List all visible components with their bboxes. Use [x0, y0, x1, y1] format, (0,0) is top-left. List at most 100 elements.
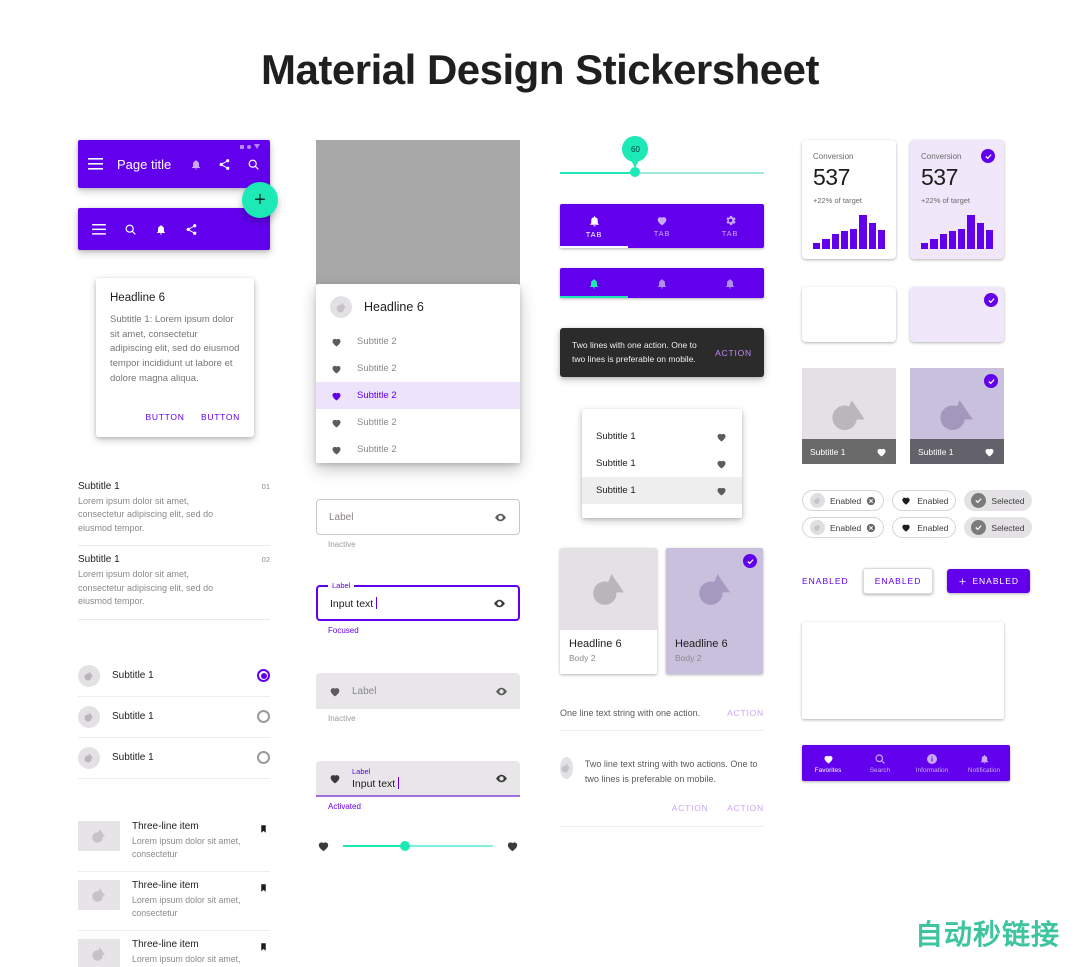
chip-heart[interactable]: Enabled	[892, 490, 957, 511]
bottom-nav-item-information[interactable]: Information	[906, 745, 958, 781]
search-icon[interactable]	[247, 158, 260, 171]
list-item[interactable]: Subtitle 1	[78, 738, 270, 779]
chip-heart[interactable]: Enabled	[892, 517, 957, 538]
image-card[interactable]: Subtitle 1	[802, 368, 896, 464]
share-icon[interactable]	[218, 158, 231, 171]
tab-bar-icon-only[interactable]	[560, 268, 764, 298]
contained-button[interactable]: ENABLED	[947, 569, 1031, 593]
tab-bar-labeled[interactable]: TAB TAB TAB	[560, 204, 764, 248]
bottom-nav-item-notification[interactable]: Notification	[958, 745, 1010, 781]
snackbar[interactable]: Two lines with one action. One to two li…	[560, 328, 764, 378]
notifications-icon[interactable]	[190, 158, 202, 171]
tab-3[interactable]: TAB	[696, 204, 764, 248]
heart-icon[interactable]	[316, 839, 331, 853]
snackbar-action[interactable]: ACTION	[715, 348, 752, 358]
card-button-1[interactable]: BUTTON	[146, 412, 185, 422]
heart-icon[interactable]	[715, 431, 728, 443]
cancel-icon[interactable]	[866, 523, 876, 533]
outlined-button[interactable]: ENABLED	[862, 568, 934, 594]
tab-2[interactable]: TAB	[628, 204, 696, 248]
list-card[interactable]: Subtitle 1 Subtitle 1 Subtitle 1	[582, 409, 742, 519]
menu-icon[interactable]	[92, 223, 106, 235]
radio-button[interactable]	[257, 710, 270, 724]
image-card-selected[interactable]: Subtitle 1	[910, 368, 1004, 464]
cancel-icon[interactable]	[866, 496, 876, 506]
list-item[interactable]: Subtitle 1 Lorem ipsum dolor sit amet, c…	[78, 546, 270, 620]
bookmark-icon[interactable]	[259, 882, 268, 894]
bookmark-icon[interactable]	[259, 941, 268, 953]
list-item[interactable]: Three-line item Lorem ipsum dolor sit am…	[78, 813, 270, 872]
menu-item[interactable]: Subtitle 2	[316, 328, 520, 355]
menu-item[interactable]: Subtitle 2	[316, 436, 520, 463]
filled-textfield-activated[interactable]: Label Input text	[316, 761, 520, 797]
visibility-icon[interactable]	[495, 685, 508, 698]
search-icon[interactable]	[124, 223, 137, 236]
row-action-1[interactable]: ACTION	[672, 803, 709, 813]
heart-icon[interactable]	[715, 485, 728, 497]
heart-icon[interactable]	[875, 446, 888, 458]
chip-avatar-deletable[interactable]: Enabled	[802, 490, 885, 511]
chip-selected[interactable]: Selected	[964, 517, 1032, 538]
blank-surface-card[interactable]	[802, 622, 1004, 719]
heart-icon[interactable]	[505, 839, 520, 853]
visibility-icon[interactable]	[493, 597, 506, 610]
text-button[interactable]: ENABLED	[802, 576, 849, 586]
tab-2[interactable]	[628, 268, 696, 298]
visibility-icon[interactable]	[494, 511, 507, 524]
media-card[interactable]: Headline 6 Body 2	[560, 548, 657, 675]
menu-card[interactable]: Headline 6 Subtitle 2 Subtitle 2 Subtitl…	[316, 284, 520, 463]
bottom-nav-item-search[interactable]: Search	[854, 745, 906, 781]
menu-icon[interactable]	[88, 158, 103, 170]
floating-action-button[interactable]: +	[242, 182, 278, 218]
bottom-nav-item-favorites[interactable]: Favorites	[802, 745, 854, 781]
list-item[interactable]: Subtitle 1	[582, 450, 742, 477]
top-app-bar[interactable]: Page title	[78, 140, 270, 188]
outlined-textfield-inactive[interactable]: Label	[316, 499, 520, 535]
blank-card[interactable]	[802, 287, 896, 342]
check-circle-icon[interactable]	[981, 149, 995, 163]
menu-item[interactable]: Subtitle 2	[316, 355, 520, 382]
chip-avatar-deletable[interactable]: Enabled	[802, 517, 885, 538]
slider-thumb[interactable]	[400, 841, 410, 851]
check-circle-icon[interactable]	[984, 374, 998, 388]
slider-with-icons[interactable]	[316, 839, 520, 853]
menu-item[interactable]: Subtitle 2	[316, 409, 520, 436]
visibility-icon[interactable]	[495, 772, 508, 785]
slider-track[interactable]	[560, 172, 764, 174]
tab-1[interactable]: TAB	[560, 204, 628, 248]
check-circle-icon[interactable]	[743, 554, 757, 569]
heart-icon[interactable]	[715, 458, 728, 470]
heart-icon[interactable]	[983, 446, 996, 458]
bottom-app-bar[interactable]: +	[78, 182, 278, 250]
notifications-icon[interactable]	[155, 223, 167, 236]
list-item[interactable]: Subtitle 1	[78, 697, 270, 738]
blank-card-selected[interactable]	[910, 287, 1004, 342]
slider-track[interactable]	[343, 841, 493, 851]
share-icon[interactable]	[185, 223, 198, 236]
discrete-slider[interactable]: 60	[560, 136, 764, 186]
card-button-2[interactable]: BUTTON	[201, 412, 240, 422]
radio-button-selected[interactable]	[257, 669, 270, 683]
media-card-selected[interactable]: Headline 6 Body 2	[666, 548, 763, 675]
radio-button[interactable]	[257, 751, 270, 765]
two-line-action-row[interactable]: Two line text string with two actions. O…	[560, 757, 764, 827]
bottom-navigation[interactable]: Favorites Search Information Notificatio…	[802, 745, 1010, 781]
list-item[interactable]: Subtitle 1	[582, 423, 742, 450]
row-action[interactable]: ACTION	[727, 708, 764, 718]
check-circle-icon[interactable]	[984, 293, 998, 307]
stat-card-selected[interactable]: Conversion 537 +22% of target	[910, 140, 1004, 259]
stat-card[interactable]: Conversion 537 +22% of target	[802, 140, 896, 259]
list-item-highlighted[interactable]: Subtitle 1	[582, 477, 742, 505]
list-item[interactable]: Three-line item Lorem ipsum dolor sit am…	[78, 872, 270, 932]
one-line-action-row[interactable]: One line text string with one action. AC…	[560, 708, 764, 732]
list-item[interactable]: Subtitle 1	[78, 656, 270, 697]
outlined-textfield-focused[interactable]: Label Input text	[316, 581, 520, 621]
filled-textfield-inactive[interactable]: Label	[316, 673, 520, 709]
tab-1[interactable]	[560, 268, 628, 298]
list-item[interactable]: Three-line item Lorem ipsum dolor sit am…	[78, 931, 270, 967]
slider-thumb[interactable]	[630, 167, 641, 177]
headline-card[interactable]: Headline 6 Subtitle 1: Lorem ipsum dolor…	[96, 278, 254, 437]
list-item[interactable]: Subtitle 1 Lorem ipsum dolor sit amet, c…	[78, 473, 270, 547]
chip-selected[interactable]: Selected	[964, 490, 1032, 511]
tab-3[interactable]	[696, 268, 764, 298]
